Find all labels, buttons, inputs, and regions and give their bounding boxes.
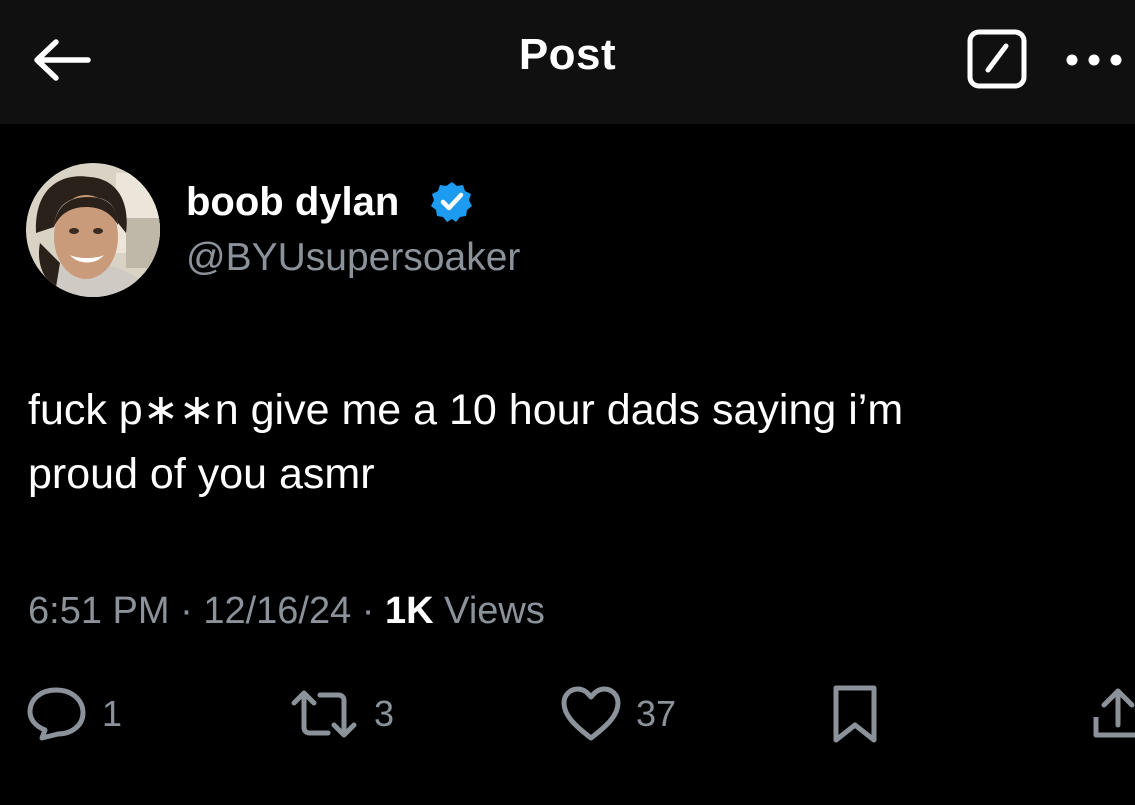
edit-button[interactable] bbox=[966, 28, 1028, 90]
avatar[interactable] bbox=[26, 163, 160, 297]
edit-square-icon bbox=[967, 29, 1027, 89]
views-count[interactable]: 1K bbox=[385, 590, 434, 632]
bookmark-icon bbox=[833, 685, 877, 743]
more-button[interactable] bbox=[1062, 40, 1126, 80]
post-meta: 6:51 PM · 12/16/24 · 1K Views bbox=[28, 590, 545, 633]
heart-icon bbox=[561, 686, 621, 741]
share-button[interactable] bbox=[1092, 684, 1135, 744]
bookmark-button[interactable] bbox=[828, 684, 882, 744]
post-text: fuck p∗∗n give me a 10 hour dads saying … bbox=[28, 378, 1108, 506]
post-date: 12/16/24 bbox=[203, 590, 352, 632]
reply-button[interactable]: 1 bbox=[26, 684, 122, 744]
post-text-line-2: proud of you asmr bbox=[28, 450, 375, 498]
meta-separator: · bbox=[351, 590, 386, 632]
repost-icon bbox=[291, 690, 357, 738]
post-time: 6:51 PM bbox=[28, 590, 170, 632]
views-label[interactable]: Views bbox=[444, 590, 545, 632]
top-bar: Post bbox=[0, 0, 1135, 124]
like-count: 37 bbox=[636, 693, 677, 734]
display-name[interactable]: boob dylan bbox=[186, 180, 399, 225]
repost-count: 3 bbox=[374, 693, 395, 734]
avatar-image bbox=[26, 163, 160, 297]
author-handle[interactable]: @BYUsupersoaker bbox=[186, 236, 520, 280]
page-title: Post bbox=[518, 30, 617, 79]
reply-icon bbox=[27, 687, 86, 741]
like-button[interactable]: 37 bbox=[560, 684, 676, 744]
post-text-line-1: fuck p∗∗n give me a 10 hour dads saying … bbox=[28, 386, 904, 434]
verified-badge-icon bbox=[431, 182, 472, 222]
share-icon bbox=[1093, 688, 1135, 738]
more-horizontal-icon bbox=[1066, 54, 1122, 66]
repost-button[interactable]: 3 bbox=[288, 684, 394, 744]
meta-separator: · bbox=[169, 590, 204, 632]
reply-count: 1 bbox=[102, 693, 123, 734]
